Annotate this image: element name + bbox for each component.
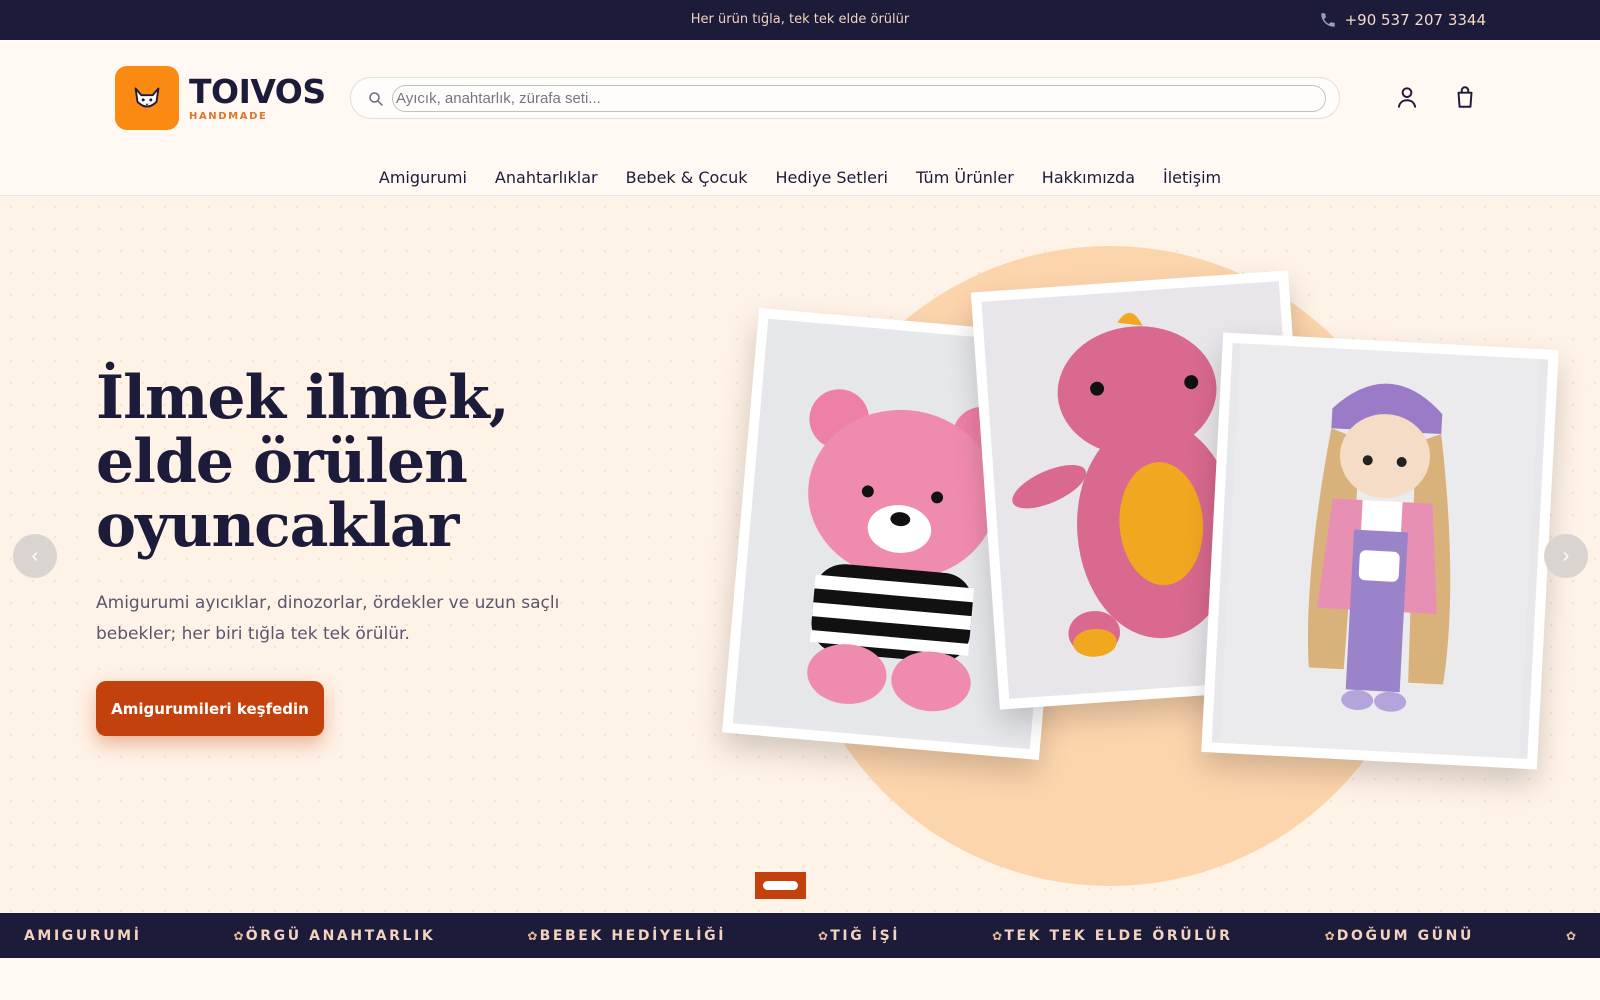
hero-subtitle: Amigurumi ayıcıklar, dinozorlar, ördekle… <box>96 593 560 644</box>
slide-indicator-active[interactable] <box>755 872 806 899</box>
flower-separator-icon: ✿ <box>1565 928 1576 943</box>
ticker-item: AMIGURUMİ <box>24 927 142 944</box>
search-bar[interactable] <box>350 77 1340 119</box>
shopping-bag-icon <box>1457 86 1473 108</box>
user-icon <box>1397 87 1417 108</box>
flower-separator-icon: ✿ <box>527 928 538 943</box>
category-ticker: AMIGURUMİ ✿ ÖRGÜ ANAHTARLIK ✿ BEBEK HEDİYE… <box>0 913 1600 958</box>
next-slide-button[interactable]: › <box>1544 534 1588 578</box>
site-header: TOIVOS HANDMADE Amigurumi Anahtarlıklar … <box>0 40 1600 196</box>
flower-separator-icon: ✿ <box>992 928 1003 943</box>
product-photo-doll <box>1201 332 1559 770</box>
phone-link[interactable]: +90 537 207 3344 <box>1319 0 1486 40</box>
long-hair-doll-image <box>1219 343 1541 759</box>
prev-slide-button[interactable]: ‹ <box>13 534 57 578</box>
phone-number[interactable]: +90 537 207 3344 <box>1345 11 1486 29</box>
nav-item-amigurumi[interactable]: Amigurumi <box>365 160 481 196</box>
nav-item-baby-kids[interactable]: Bebek & Çocuk <box>612 160 762 196</box>
nav-item-all-products[interactable]: Tüm Ürünler <box>902 160 1028 196</box>
search-icon[interactable] <box>367 90 385 108</box>
nav-item-about[interactable]: Hakkımızda <box>1028 160 1149 196</box>
flower-separator-icon: ✿ <box>818 928 829 943</box>
phone-icon <box>1320 13 1335 27</box>
hero-slider: İlmek ilmek, elde örülen oyuncaklar Amig… <box>0 196 1600 913</box>
account-button[interactable] <box>1394 84 1420 110</box>
announcement-bar: Her ürün tığla, tek tek elde örülür +90 … <box>0 0 1600 40</box>
ticker-item: TIĞ İŞİ <box>830 927 901 944</box>
nav-item-keychains[interactable]: Anahtarlıklar <box>481 160 612 196</box>
cart-button[interactable] <box>1452 84 1478 110</box>
flower-separator-icon: ✿ <box>1324 928 1335 943</box>
explore-amigurumi-button[interactable]: Amigurumileri keşfedin <box>96 681 324 736</box>
flower-separator-icon: ✿ <box>233 928 244 943</box>
nav-item-gift-sets[interactable]: Hediye Setleri <box>762 160 902 196</box>
ticker-item: DOĞUM GÜNÜ <box>1336 927 1474 944</box>
main-nav: Amigurumi Anahtarlıklar Bebek & Çocuk He… <box>0 160 1600 196</box>
brand-tagline: HANDMADE <box>189 110 268 122</box>
fox-logo-icon <box>115 66 179 130</box>
ticker-item: BEBEK HEDİYELİĞİ <box>539 927 727 944</box>
brand-logo[interactable]: TOIVOS HANDMADE <box>115 66 326 130</box>
ticker-item: ÖRGÜ ANAHTARLIK <box>245 927 436 944</box>
search-input[interactable] <box>392 85 1326 112</box>
nav-item-contact[interactable]: İletişim <box>1149 160 1235 196</box>
hero-title: İlmek ilmek, elde örülen oyuncaklar <box>96 363 510 561</box>
ticker-item: TEK TEK ELDE ÖRÜLÜR <box>1004 927 1233 944</box>
brand-name: TOIVOS <box>189 71 326 111</box>
